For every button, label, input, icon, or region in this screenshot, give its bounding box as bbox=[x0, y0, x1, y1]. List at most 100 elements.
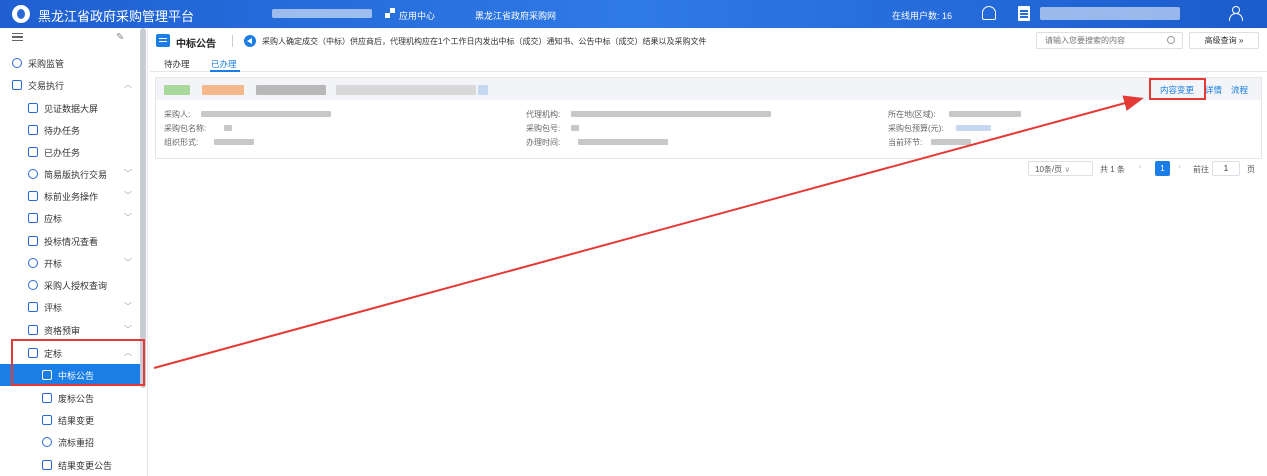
view-icon bbox=[28, 236, 38, 246]
sidebar-scrollbar[interactable] bbox=[140, 28, 146, 388]
screen-icon bbox=[28, 103, 38, 113]
detail-link[interactable]: 详情 bbox=[1205, 84, 1222, 96]
field-purchaser: 采购人: bbox=[164, 110, 191, 119]
sidebar-item-result-change-notice[interactable]: 结果变更公告 bbox=[0, 454, 140, 476]
page-number-current[interactable]: 1 bbox=[1155, 161, 1170, 176]
blurred-tag bbox=[202, 85, 244, 95]
field-current-stage: 当前环节: bbox=[888, 138, 923, 147]
chevron-down-icon: ﹀ bbox=[124, 302, 132, 311]
sidebar-toolbar: ✎ bbox=[0, 28, 140, 48]
sidebar-item-prequalification[interactable]: 资格预审 ﹀ bbox=[0, 319, 140, 341]
blurred-value bbox=[214, 139, 254, 145]
top-header: 黑龙江省政府采购管理平台 应用中心 黑龙江省政府采购网 在线用户数: 16 bbox=[0, 0, 1267, 28]
notice-icon bbox=[42, 460, 52, 470]
divider bbox=[232, 35, 233, 47]
sidebar-item-bid-status[interactable]: 投标情况查看 bbox=[0, 230, 140, 252]
sidebar-item-void-notice[interactable]: 废标公告 bbox=[0, 387, 140, 409]
search-input[interactable] bbox=[1036, 32, 1183, 49]
highlight-box-sidebar bbox=[11, 339, 145, 386]
sidebar-item-bid-opening[interactable]: 开标 ﹀ bbox=[0, 252, 140, 274]
sidebar-item-done-tasks[interactable]: 已办任务 bbox=[0, 141, 140, 163]
notice-icon bbox=[42, 393, 52, 403]
advanced-search-button[interactable]: 高级查询 » bbox=[1189, 32, 1259, 49]
qualify-icon bbox=[28, 325, 38, 335]
flow-link[interactable]: 流程 bbox=[1231, 84, 1248, 96]
blurred-title bbox=[336, 85, 476, 95]
result-card: 内容变更 详情 流程 采购人: 采购包名称: 组织形式: 代理机构: 采购包号:… bbox=[155, 77, 1262, 159]
page-unit-label: 页 bbox=[1247, 165, 1255, 174]
sidebar-item-witness-dashboard[interactable]: 见证数据大屏 bbox=[0, 97, 140, 119]
sidebar-item-respond-bid[interactable]: 应标 ﹀ bbox=[0, 207, 140, 229]
cart-icon bbox=[28, 191, 38, 201]
blurred-user-info bbox=[1040, 7, 1180, 20]
sidebar-item-todo-tasks[interactable]: 待办任务 bbox=[0, 119, 140, 141]
sidebar-item-evaluation[interactable]: 评标 ﹀ bbox=[0, 296, 140, 318]
menu-toggle-icon[interactable] bbox=[12, 33, 23, 41]
document-icon[interactable] bbox=[1018, 6, 1030, 21]
field-budget: 采购包预算(元): bbox=[888, 124, 944, 133]
bid-icon bbox=[28, 213, 38, 223]
replay-icon bbox=[42, 437, 52, 447]
main-content: 中标公告 采购人确定成交（中标）供应商后，代理机构应在1个工作日内发出中标（成交… bbox=[150, 28, 1267, 476]
pin-icon[interactable]: ✎ bbox=[116, 32, 124, 43]
field-agency: 代理机构: bbox=[526, 110, 561, 119]
field-package-no: 采购包号: bbox=[526, 124, 561, 133]
user-icon[interactable] bbox=[1228, 6, 1243, 21]
chevron-down-icon: ﹀ bbox=[124, 213, 132, 222]
tab-handled[interactable]: 已办理 bbox=[211, 58, 237, 70]
blurred-value bbox=[956, 125, 991, 131]
blurred-region bbox=[272, 9, 372, 18]
chevron-down-icon: ﹀ bbox=[124, 169, 132, 178]
page-size-select[interactable]: 10条/页 ∨ bbox=[1028, 161, 1093, 176]
online-users: 在线用户数: 16 bbox=[892, 11, 953, 21]
card-header: 内容变更 详情 流程 bbox=[156, 78, 1261, 100]
chevron-down-icon: ﹀ bbox=[124, 191, 132, 200]
prev-page-icon[interactable]: ‹ bbox=[1139, 162, 1142, 178]
goto-label: 前往 bbox=[1193, 165, 1209, 174]
tab-bar: 待办理 已办理 bbox=[150, 56, 1267, 72]
speaker-icon bbox=[244, 35, 256, 47]
chevron-down-icon: ∨ bbox=[1064, 165, 1071, 174]
next-page-icon[interactable]: › bbox=[1178, 162, 1181, 178]
notice-text: 采购人确定成交（中标）供应商后，代理机构应在1个工作日内发出中标（成交）通知书、… bbox=[262, 37, 707, 46]
platform-logo bbox=[12, 5, 30, 23]
app-title: 黑龙江省政府采购管理平台 bbox=[38, 9, 195, 24]
task-done-icon bbox=[28, 147, 38, 157]
task-icon bbox=[28, 125, 38, 135]
search-icon[interactable] bbox=[1167, 36, 1175, 44]
field-org-form: 组织形式: bbox=[164, 138, 199, 147]
app-grid-icon[interactable] bbox=[385, 8, 395, 18]
portal-link[interactable]: 黑龙江省政府采购网 bbox=[475, 9, 556, 22]
trade-icon bbox=[12, 80, 22, 90]
evaluate-icon bbox=[28, 302, 38, 312]
blurred-value bbox=[949, 111, 1021, 117]
sidebar-item-trade-execution[interactable]: 交易执行 ︿ bbox=[0, 74, 140, 96]
field-location: 所在地(区域): bbox=[888, 110, 936, 119]
goto-page-input[interactable]: 1 bbox=[1212, 161, 1240, 176]
chevron-down-icon: ﹀ bbox=[124, 325, 132, 334]
open-icon bbox=[28, 258, 38, 268]
chevron-up-icon: ︿ bbox=[124, 80, 132, 89]
bell-icon[interactable] bbox=[982, 6, 996, 20]
field-handle-time: 办理时间: bbox=[526, 138, 561, 147]
highlight-box-action bbox=[1149, 78, 1206, 100]
tab-pending[interactable]: 待办理 bbox=[164, 58, 190, 70]
blurred-value bbox=[578, 139, 668, 145]
change-icon bbox=[42, 415, 52, 425]
double-chevron-down-icon: » bbox=[1238, 36, 1244, 45]
sidebar-item-result-change[interactable]: 结果变更 bbox=[0, 409, 140, 431]
app-center-link[interactable]: 应用中心 bbox=[399, 9, 435, 22]
active-tab-indicator bbox=[210, 70, 240, 72]
auth-icon bbox=[28, 280, 38, 290]
sidebar-item-purchase-supervision[interactable]: 采购监管 bbox=[0, 52, 140, 74]
sidebar-item-simple-execution[interactable]: 简易版执行交易 ﹀ bbox=[0, 163, 140, 185]
blurred-value bbox=[571, 111, 771, 117]
blurred-title bbox=[478, 85, 488, 95]
sidebar-item-purchaser-auth[interactable]: 采购人授权查询 bbox=[0, 274, 140, 296]
blurred-value bbox=[931, 139, 971, 145]
notice-icon bbox=[156, 34, 170, 47]
simple-icon bbox=[28, 169, 38, 179]
blurred-value bbox=[224, 125, 232, 131]
sidebar-item-rebid[interactable]: 流标重招 bbox=[0, 431, 140, 453]
sidebar-item-pre-bid[interactable]: 标前业务操作 ﹀ bbox=[0, 185, 140, 207]
